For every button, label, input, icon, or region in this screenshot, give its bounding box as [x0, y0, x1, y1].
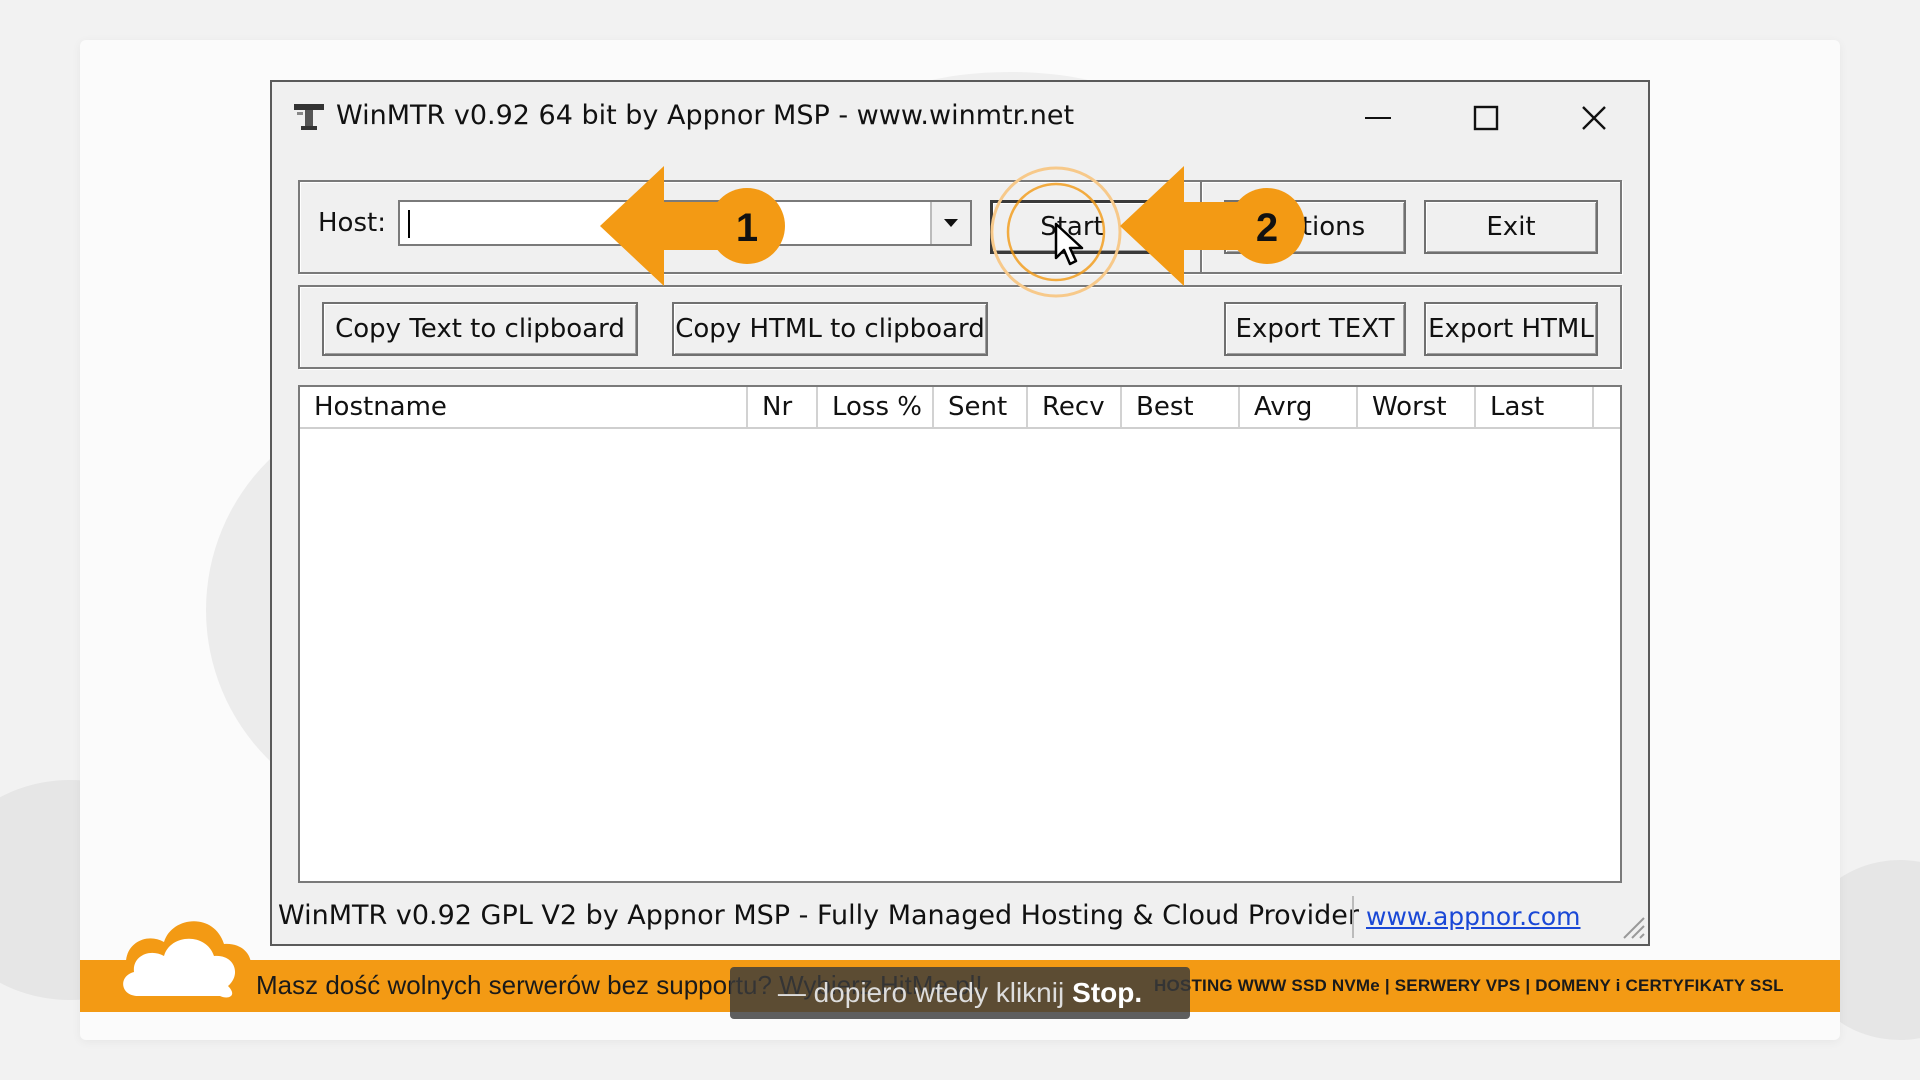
step-2-number: 2 — [1256, 206, 1278, 250]
column-last[interactable]: Last — [1476, 387, 1594, 427]
column-avrg[interactable]: Avrg — [1240, 387, 1358, 427]
host-label: Host: — [318, 208, 386, 238]
column-nr[interactable]: Nr — [748, 387, 818, 427]
cursor-icon — [1054, 222, 1084, 266]
column-loss[interactable]: Loss % — [818, 387, 934, 427]
export-html-button[interactable]: Export HTML — [1424, 302, 1598, 356]
column-hostname[interactable]: Hostname — [300, 387, 748, 427]
close-icon — [1582, 106, 1606, 130]
column-recv[interactable]: Recv — [1028, 387, 1122, 427]
status-text: WinMTR v0.92 GPL V2 by Appnor MSP - Full… — [278, 900, 1359, 931]
resize-grip-icon[interactable] — [1614, 908, 1646, 940]
copy-html-button[interactable]: Copy HTML to clipboard — [672, 302, 988, 356]
appnor-link[interactable]: www.appnor.com — [1366, 902, 1581, 931]
step-1-number: 1 — [736, 206, 758, 250]
maximize-button[interactable] — [1456, 96, 1516, 140]
maximize-icon — [1473, 105, 1499, 131]
title-bar[interactable]: WinMTR v0.92 64 bit by Appnor MSP - www.… — [272, 82, 1648, 156]
export-text-button[interactable]: Export TEXT — [1224, 302, 1406, 356]
chevron-down-icon — [944, 219, 958, 227]
video-subtitle: — dopiero wtedy kliknij Stop. — [730, 967, 1190, 1019]
column-best[interactable]: Best — [1122, 387, 1240, 427]
minimize-icon — [1365, 117, 1391, 119]
subtitle-text: — dopiero wtedy kliknij — [777, 977, 1065, 1008]
close-button[interactable] — [1564, 96, 1624, 140]
step-1-arrow: 1 — [600, 166, 785, 286]
cloud-logo-icon — [111, 921, 252, 1006]
exit-button[interactable]: Exit — [1424, 200, 1598, 254]
banner-services-text: HOSTING WWW SSD NVMe | SERWERY VPS | DOM… — [1154, 976, 1784, 995]
column-sent[interactable]: Sent — [934, 387, 1028, 427]
column-worst[interactable]: Worst — [1358, 387, 1476, 427]
minimize-button[interactable] — [1348, 96, 1408, 140]
host-dropdown-button[interactable] — [930, 202, 970, 244]
status-divider — [1352, 896, 1354, 938]
text-caret — [408, 210, 410, 238]
table-header: Hostname Nr Loss % Sent Recv Best Avrg W… — [300, 387, 1620, 429]
copy-text-button[interactable]: Copy Text to clipboard — [322, 302, 638, 356]
results-table[interactable]: Hostname Nr Loss % Sent Recv Best Avrg W… — [298, 385, 1622, 883]
subtitle-emphasis: Stop. — [1072, 977, 1143, 1008]
window-title: WinMTR v0.92 64 bit by Appnor MSP - www.… — [336, 100, 1075, 131]
app-icon — [294, 104, 324, 130]
step-2-arrow: 2 — [1120, 166, 1305, 286]
status-bar: WinMTR v0.92 GPL V2 by Appnor MSP - Full… — [272, 892, 1648, 942]
